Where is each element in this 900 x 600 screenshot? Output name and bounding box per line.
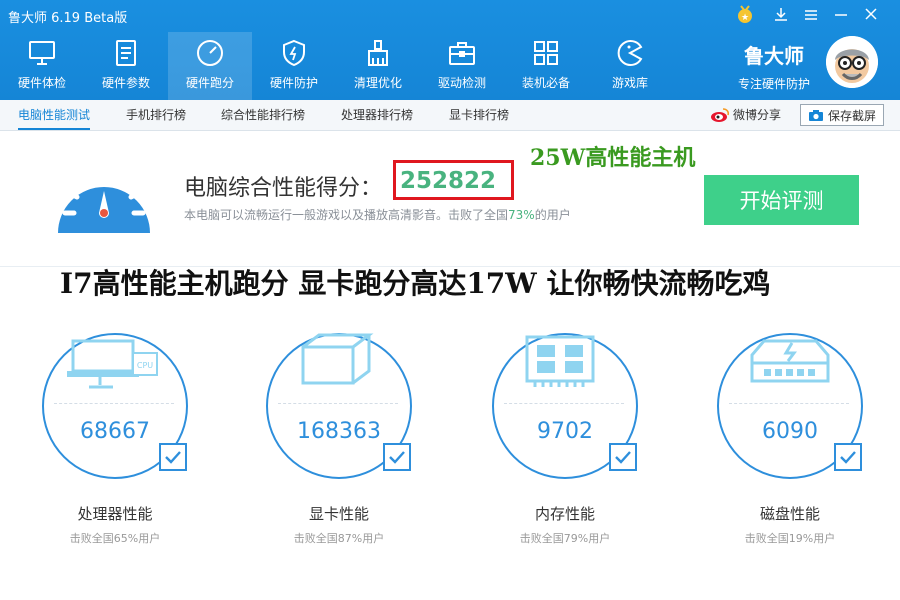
toolbox-icon (449, 42, 475, 65)
nav-label: 硬件参数 (101, 76, 150, 90)
memory-chip-icon (525, 335, 595, 387)
gpu-card-title: 显卡性能 (308, 505, 369, 523)
nav-game-library[interactable]: 游戏库 (588, 32, 672, 100)
pacman-icon (617, 40, 643, 66)
top-bar: 鲁大师 6.19 Beta版 ★ 硬件体检 硬件参数 硬件跑分 硬件防护 清理优… (0, 0, 900, 100)
gpu-score-value: 168363 (297, 419, 381, 444)
checkmark-icon (609, 443, 637, 471)
cpu-monitor-icon: CPU (67, 339, 158, 389)
vip-medal-icon[interactable]: ★ (730, 4, 760, 28)
checkmark-icon (159, 443, 187, 471)
nav-label: 硬件防护 (269, 76, 318, 90)
score-desc-percent: 73% (508, 208, 535, 222)
nav-essentials[interactable]: 装机必备 (504, 32, 588, 100)
card-divider (729, 403, 849, 404)
tab-pc-performance-test[interactable]: 电脑性能测试 (18, 100, 91, 130)
gpu-card-subtitle: 击败全国87%用户 (293, 532, 385, 545)
cpu-score-value: 68667 (80, 419, 150, 444)
tab-gpu-ranking[interactable]: 显卡排行榜 (449, 100, 509, 130)
card-divider (504, 403, 624, 404)
broom-icon (368, 40, 388, 66)
start-benchmark-button[interactable]: 开始评测 (704, 175, 859, 225)
gpu-cube-icon (301, 333, 374, 385)
monitor-icon (29, 41, 55, 65)
score-desc-suffix: 的用户 (534, 208, 571, 222)
checkmark-icon (383, 443, 411, 471)
menu-icon[interactable] (796, 7, 826, 25)
brand-subtitle: 专注硬件防护 (737, 77, 810, 91)
nav-cleanup-optimize[interactable]: 清理优化 (336, 32, 420, 100)
nav-hardware-params[interactable]: 硬件参数 (84, 32, 168, 100)
nav-hardware-protection[interactable]: 硬件防护 (252, 32, 336, 100)
sub-nav: 电脑性能测试 手机排行榜 综合性能排行榜 处理器排行榜 显卡排行榜 微博分享 保… (0, 100, 900, 131)
apps-grid-icon (534, 41, 558, 65)
card-divider (54, 403, 174, 404)
download-icon[interactable] (766, 7, 796, 25)
checkmark-icon (834, 443, 862, 471)
card-divider (278, 403, 398, 404)
document-list-icon (116, 40, 136, 66)
nav-label: 清理优化 (353, 76, 402, 90)
nav-label: 游戏库 (611, 76, 648, 90)
tab-overall-ranking[interactable]: 综合性能排行榜 (221, 100, 305, 130)
disk-card-title: 磁盘性能 (759, 505, 820, 523)
svg-text:★: ★ (741, 13, 749, 23)
weibo-icon (711, 107, 730, 122)
brand-name: 鲁大师 (743, 44, 804, 68)
disk-score-value: 6090 (762, 419, 818, 444)
brand: 鲁大师 专注硬件防护 (738, 40, 810, 92)
nav-label: 驱动检测 (437, 76, 486, 90)
memory-card-subtitle: 击败全国79%用户 (519, 532, 611, 545)
promo-caption-main: I7高性能主机跑分 显卡跑分高达17W 让你畅快流畅吃鸡 (60, 267, 771, 300)
window-controls: ★ (730, 4, 886, 28)
speedometer-icon (197, 40, 223, 66)
save-screenshot-label: 保存截屏 (827, 108, 876, 123)
nav-label: 装机必备 (521, 76, 570, 90)
weibo-share-label: 微博分享 (733, 108, 782, 122)
nav-label: 硬件体检 (17, 76, 66, 90)
tab-cpu-ranking[interactable]: 处理器排行榜 (341, 100, 413, 130)
mascot-avatar[interactable] (826, 36, 878, 88)
tab-phone-ranking[interactable]: 手机排行榜 (126, 100, 186, 130)
shield-icon (283, 39, 305, 67)
save-screenshot-button[interactable]: 保存截屏 (800, 104, 884, 126)
disk-card-subtitle: 击败全国19%用户 (744, 532, 836, 545)
disk-drive-icon (750, 339, 830, 383)
nav-hardware-benchmark[interactable]: 硬件跑分 (168, 32, 252, 100)
overall-score-value: 252822 (400, 168, 497, 194)
weibo-share-link[interactable]: 微博分享 (710, 106, 781, 123)
promo-caption-top: 25W高性能主机 (530, 145, 696, 171)
svg-text:CPU: CPU (137, 361, 153, 370)
score-label: 电脑综合性能得分： (184, 176, 383, 201)
camera-icon (808, 109, 823, 121)
score-description: 本电脑可以流畅运行一般游戏以及播放高清影音。击败了全国73%的用户 (184, 206, 571, 223)
window-title: 鲁大师 6.19 Beta版 (8, 11, 128, 26)
nav-label: 硬件跑分 (185, 76, 234, 90)
cpu-card-subtitle: 击败全国65%用户 (69, 532, 161, 545)
cpu-card-title: 处理器性能 (77, 505, 153, 523)
score-desc-prefix: 本电脑可以流畅运行一般游戏以及播放高清影音。击败了全国 (184, 208, 509, 222)
minimize-icon[interactable] (826, 7, 856, 25)
main-nav: 硬件体检 硬件参数 硬件跑分 硬件防护 清理优化 驱动检测 装机必备 游戏库 (0, 32, 672, 100)
close-icon[interactable] (856, 7, 886, 25)
nav-hardware-checkup[interactable]: 硬件体检 (0, 32, 84, 100)
speed-gauge-icon (58, 166, 150, 233)
memory-score-value: 9702 (537, 419, 593, 444)
memory-card-title: 内存性能 (534, 505, 595, 523)
nav-driver-detect[interactable]: 驱动检测 (420, 32, 504, 100)
